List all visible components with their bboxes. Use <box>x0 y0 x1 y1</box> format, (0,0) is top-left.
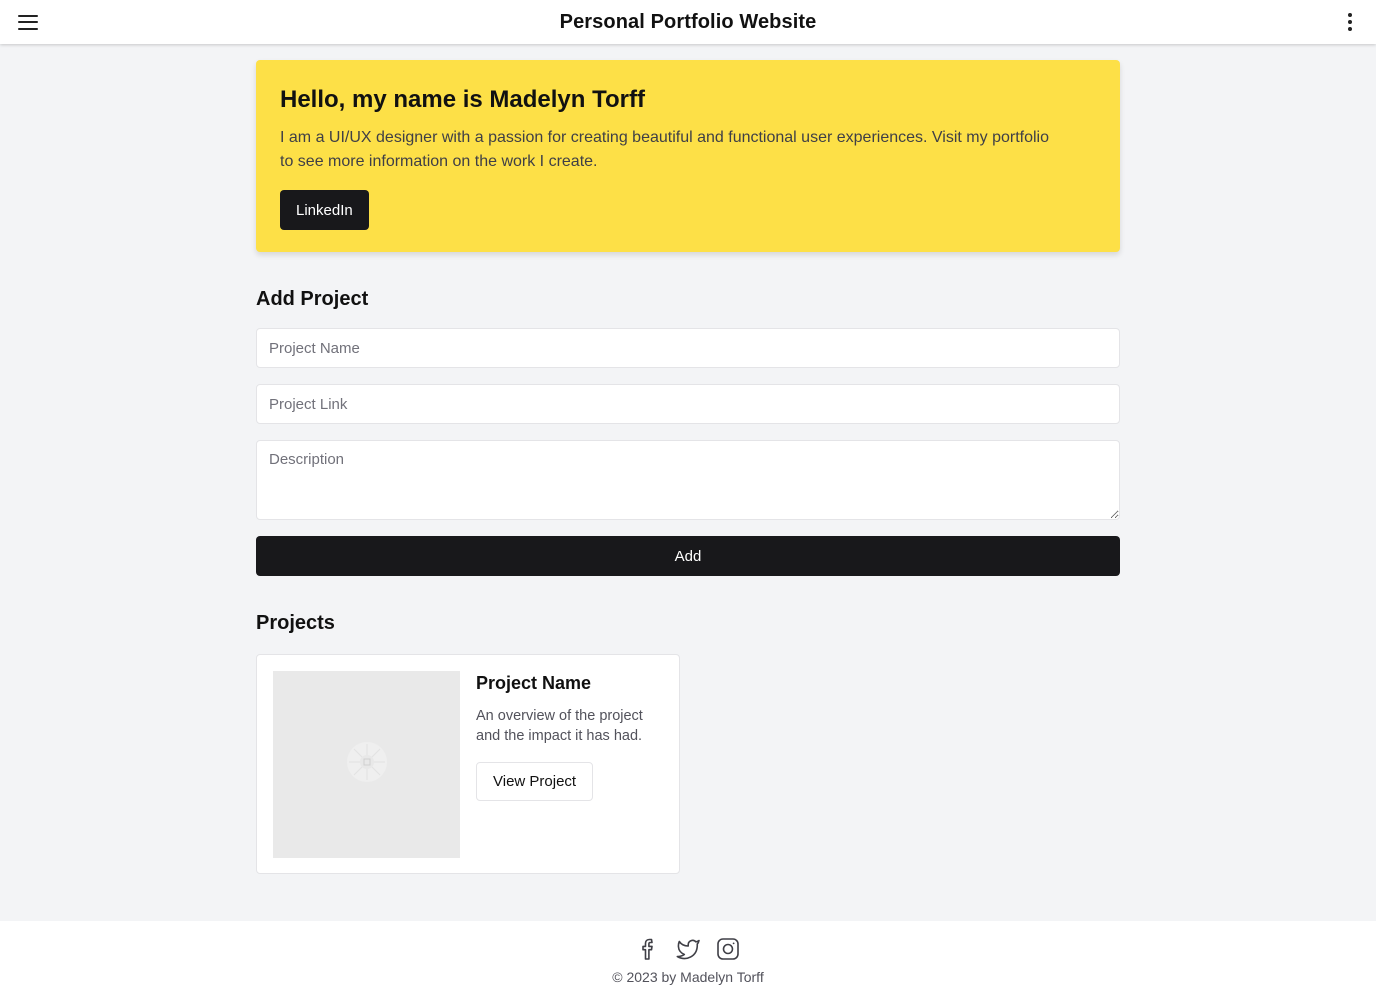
main-content: Hello, my name is Madelyn Torff I am a U… <box>256 60 1120 874</box>
project-card: Project Name An overview of the project … <box>256 654 680 874</box>
hero-card: Hello, my name is Madelyn Torff I am a U… <box>256 60 1120 252</box>
hero-heading: Hello, my name is Madelyn Torff <box>280 86 645 113</box>
project-thumbnail <box>273 671 460 858</box>
twitter-icon[interactable] <box>675 937 701 961</box>
projects-title: Projects <box>256 612 335 634</box>
linkedin-button[interactable]: LinkedIn <box>280 190 369 230</box>
project-card-body: Project Name An overview of the project … <box>476 671 663 857</box>
add-project-button[interactable]: Add <box>256 536 1120 576</box>
description-textarea[interactable] <box>256 440 1120 520</box>
image-placeholder-icon <box>345 740 389 789</box>
more-vertical-icon[interactable] <box>1342 11 1358 33</box>
project-link-input[interactable] <box>256 384 1120 424</box>
view-project-button[interactable]: View Project <box>476 762 594 801</box>
page-title: Personal Portfolio Website <box>559 10 817 33</box>
hero-text: I am a UI/UX designer with a passion for… <box>280 129 1049 170</box>
social-links <box>635 937 741 961</box>
hamburger-menu-icon[interactable] <box>14 10 42 34</box>
copyright-text: © 2023 by Madelyn Torff <box>612 969 764 985</box>
instagram-icon[interactable] <box>715 937 741 961</box>
app-bar: Personal Portfolio Website <box>0 0 1376 44</box>
project-title: Project Name <box>476 673 592 693</box>
project-name-input[interactable] <box>256 328 1120 368</box>
add-project-title: Add Project <box>256 288 369 310</box>
project-description: An overview of the project and the impac… <box>476 708 643 744</box>
facebook-icon[interactable] <box>635 937 661 961</box>
footer: © 2023 by Madelyn Torff <box>0 921 1376 1005</box>
